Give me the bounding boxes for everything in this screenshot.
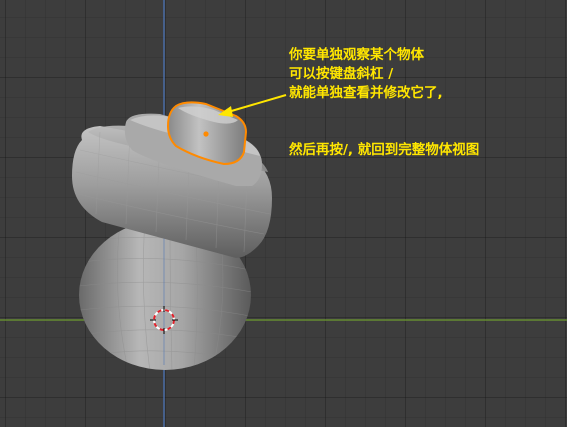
object-origin-dot — [203, 131, 209, 137]
annotation-followup-text: 然后再按/, 就回到完整物体视图 — [289, 141, 479, 160]
annotation-line-2: 可以按键盘斜杠 / — [289, 66, 394, 82]
annotation-followup-line: 然后再按/, 就回到完整物体视图 — [289, 142, 480, 158]
annotation-arrow-icon — [218, 94, 287, 117]
annotation-line-3: 就能单独查看并修改它了, — [289, 85, 443, 101]
annotation-text: 你要单独观察某个物体 可以按键盘斜杠 / 就能单独查看并修改它了, — [289, 46, 443, 103]
annotation-line-1: 你要单独观察某个物体 — [289, 47, 424, 63]
3d-viewport[interactable]: 你要单独观察某个物体 可以按键盘斜杠 / 就能单独查看并修改它了, 然后再按/,… — [0, 0, 567, 427]
scene-canvas[interactable] — [0, 0, 567, 427]
